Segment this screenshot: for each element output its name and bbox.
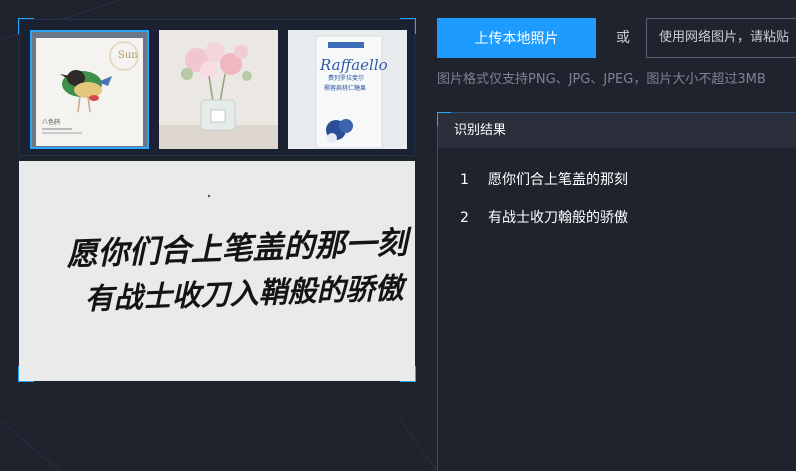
raffaello-brand-sub: 费列罗拉斐尔 [328, 74, 364, 82]
bird-card-title: Sun [118, 50, 138, 61]
selected-image-preview: 愿你们合上笔盖的那一刻 有战士收刀入鞘般的骄傲 [19, 161, 415, 381]
result-panel-title: 识别结果 [438, 113, 796, 148]
result-item: 2 有战士收刀翰般的骄傲 [438, 199, 796, 237]
format-hint: 图片格式仅支持PNG、JPG、JPEG，图片大小不超过3MB [437, 72, 766, 87]
result-item-text: 愿你们合上笔盖的那刻 [488, 172, 628, 188]
raffaello-brand-line: 椰蓉扁桃仁糖果 [324, 84, 366, 92]
ocr-demo-page: Sun 八色鸫 Raffaello 费列罗拉斐尔 椰蓉扁桃仁糖果 愿你们合上笔盖… [0, 0, 796, 471]
thumbnail-flower-vase[interactable] [159, 30, 278, 149]
result-item: 1 愿你们合上笔盖的那刻 [438, 161, 796, 199]
raffaello-box-image: Raffaello 费列罗拉斐尔 椰蓉扁桃仁糖果 [288, 30, 407, 149]
bird-card-image: Sun 八色鸫 [32, 32, 147, 147]
image-url-input[interactable]: 使用网络图片，请粘贴 [646, 18, 796, 58]
image-preview-frame: Sun 八色鸫 Raffaello 费列罗拉斐尔 椰蓉扁桃仁糖果 愿你们合上笔盖… [18, 18, 416, 382]
result-item-number: 1 [460, 172, 469, 188]
bird-card-subtitle: 八色鸫 [42, 118, 60, 126]
or-label: 或 [616, 30, 630, 46]
thumbnail-bird-card[interactable]: Sun 八色鸫 [30, 30, 149, 149]
recognition-result-panel: 识别结果 1 愿你们合上笔盖的那刻 2 有战士收刀翰般的骄傲 [437, 112, 796, 471]
result-item-number: 2 [460, 210, 469, 226]
sample-thumbnail-strip: Sun 八色鸫 Raffaello 费列罗拉斐尔 椰蓉扁桃仁糖果 [19, 19, 415, 156]
raffaello-brand: Raffaello [319, 56, 388, 74]
flower-vase-image [159, 30, 278, 149]
result-list: 1 愿你们合上笔盖的那刻 2 有战士收刀翰般的骄傲 [438, 161, 796, 237]
upload-local-photo-button[interactable]: 上传本地照片 [437, 18, 596, 58]
handwriting-image: 愿你们合上笔盖的那一刻 有战士收刀入鞘般的骄傲 [19, 161, 415, 381]
thumbnail-raffaello-box[interactable]: Raffaello 费列罗拉斐尔 椰蓉扁桃仁糖果 [288, 30, 407, 149]
result-item-text: 有战士收刀翰般的骄傲 [488, 210, 628, 226]
